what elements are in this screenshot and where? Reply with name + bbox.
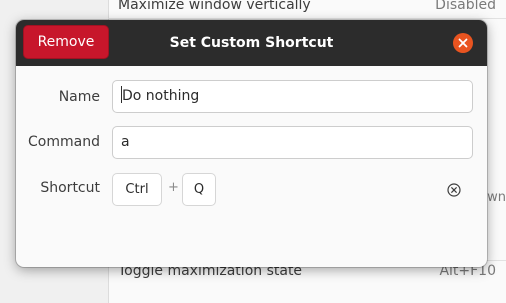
name-label: Name (58, 89, 100, 105)
row-divider (108, 18, 506, 19)
shortcut-row-label: Maximize window vertically (118, 0, 311, 13)
shortcut-key-separator: + (168, 180, 179, 195)
name-field[interactable]: Do nothing (112, 80, 473, 113)
dialog-header: Remove Set Custom Shortcut (16, 20, 487, 66)
clear-icon (447, 183, 461, 197)
command-label: Command (28, 134, 100, 150)
close-icon (458, 38, 468, 48)
shortcut-key-q[interactable]: Q (182, 173, 216, 206)
shortcut-row-value: Disabled (435, 0, 496, 13)
command-field[interactable]: a (112, 126, 473, 159)
shortcut-label: Shortcut (40, 180, 100, 196)
custom-shortcut-dialog: Remove Set Custom Shortcut Name Do nothi… (16, 20, 487, 267)
dialog-title: Set Custom Shortcut (169, 35, 334, 51)
shortcut-key-ctrl[interactable]: Ctrl (112, 173, 162, 206)
name-field-value: Do nothing (122, 88, 200, 104)
clear-shortcut-button[interactable] (447, 182, 461, 197)
close-button[interactable] (453, 33, 473, 53)
command-field-value: a (121, 134, 130, 150)
shortcut-row-maximize-vertically[interactable]: Maximize window vertically Disabled (118, 0, 506, 19)
